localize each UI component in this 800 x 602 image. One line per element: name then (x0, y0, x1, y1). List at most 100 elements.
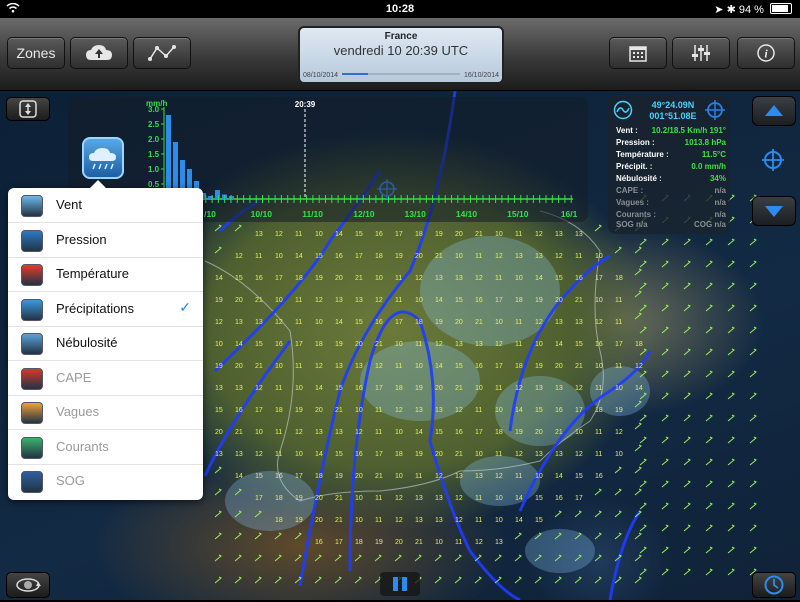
map-value-label: 13 (555, 385, 563, 392)
center-location-button[interactable] (752, 145, 794, 175)
scroll-up-button[interactable] (752, 96, 796, 126)
map-value-label: 18 (615, 275, 623, 282)
status-time: 10:28 (385, 3, 415, 15)
pause-button[interactable] (380, 572, 420, 596)
map-value-label: 16 (235, 407, 243, 414)
layer-selector-button[interactable] (82, 137, 124, 179)
cloud-upload-button[interactable] (70, 37, 128, 69)
map-value-label: 20 (415, 253, 423, 260)
map-value-label: 11 (295, 319, 303, 326)
menu-item-courants[interactable]: Courants (8, 430, 203, 465)
locate-crosshair-icon[interactable] (705, 100, 725, 120)
settings-button[interactable] (672, 37, 730, 69)
menu-item-pression[interactable]: Pression (8, 223, 203, 258)
map-value-label: 14 (335, 231, 343, 238)
map-value-label: 12 (455, 517, 463, 524)
menu-item-nebulosite[interactable]: Nébulosité (8, 326, 203, 361)
map-value-label: 21 (335, 495, 343, 502)
calendar-button[interactable] (609, 37, 667, 69)
map-value-label: 11 (595, 451, 603, 458)
map-value-label: 21 (435, 253, 443, 260)
map-value-label: 14 (235, 341, 243, 348)
menu-item-label: Courants (56, 438, 109, 454)
rotate-map-button[interactable] (6, 572, 50, 598)
map-value-label: 20 (555, 363, 563, 370)
current-time-label: 20:39 (295, 100, 316, 109)
map-value-label: 10 (415, 297, 423, 304)
map-value-label: 10 (275, 297, 283, 304)
map-value-label: 14 (335, 319, 343, 326)
map-value-label: 21 (255, 297, 263, 304)
info-row-label: Courants : (616, 210, 656, 219)
map-value-label: 20 (315, 517, 323, 524)
map-value-label: 18 (395, 385, 403, 392)
map-value-label: 11 (415, 341, 423, 348)
precipitation-bar (215, 190, 220, 199)
top-toolbar: Zones France vendredi 10 20:39 UTC 08/10… (0, 18, 800, 91)
route-button[interactable] (133, 37, 191, 69)
menu-item-temperature[interactable]: Température (8, 257, 203, 292)
menu-item-vagues[interactable]: Vagues (8, 395, 203, 430)
menu-item-cape[interactable]: CAPE (8, 361, 203, 396)
map-value-label: 21 (475, 319, 483, 326)
date-selector[interactable]: France vendredi 10 20:39 UTC 08/10/2014 … (298, 26, 504, 84)
map-value-label: 18 (275, 495, 283, 502)
map-value-label: 15 (455, 363, 463, 370)
map-value-label: 13 (415, 407, 423, 414)
map-value-label: 13 (475, 473, 483, 480)
map-value-label: 15 (335, 385, 343, 392)
map-value-label: 18 (355, 539, 363, 546)
map-value-label: 14 (415, 429, 423, 436)
wind-curve-icon[interactable] (613, 100, 633, 120)
menu-item-precipitations[interactable]: Précipitations ✓ (8, 292, 203, 327)
bluetooth-icon: ✱ (726, 4, 736, 16)
map-value-label: 19 (435, 319, 443, 326)
map-value-label: 16 (275, 473, 283, 480)
map-value-label: 21 (555, 429, 563, 436)
map-value-label: 19 (395, 253, 403, 260)
map-value-label: 17 (615, 341, 623, 348)
svg-text:i: i (764, 47, 768, 61)
map-value-label: 11 (275, 429, 283, 436)
route-icon (148, 45, 176, 61)
expand-panel-button[interactable] (6, 97, 50, 121)
map-value-label: 12 (275, 319, 283, 326)
map-value-label: 13 (455, 341, 463, 348)
timeline-slider[interactable] (342, 73, 460, 75)
map-value-label: 13 (255, 319, 263, 326)
map-value-label: 17 (495, 297, 503, 304)
map-value-label: 13 (435, 517, 443, 524)
map-value-label: 13 (555, 319, 563, 326)
clock-button[interactable] (752, 572, 796, 598)
map-value-label: 18 (275, 407, 283, 414)
map-value-label: 12 (215, 319, 223, 326)
map-value-label: 10 (515, 275, 523, 282)
map-value-label: 17 (395, 319, 403, 326)
info-button[interactable]: i (737, 37, 795, 69)
map-value-label: 12 (515, 385, 523, 392)
map-value-label: 15 (575, 473, 583, 480)
map-value-label: 10 (535, 473, 543, 480)
map-value-label: 14 (515, 495, 523, 502)
menu-item-vent[interactable]: Vent (8, 188, 203, 223)
map-value-label: 11 (475, 253, 483, 260)
y-tick-label: 2.5 (148, 120, 160, 129)
map-value-label: 11 (295, 297, 303, 304)
precipitation-bar (166, 115, 171, 199)
map-value-label: 11 (515, 231, 523, 238)
map-value-label: 10 (595, 363, 603, 370)
map-value-label: 17 (475, 429, 483, 436)
x-tick-label: 16/1 (561, 209, 578, 219)
battery-icon (770, 3, 792, 14)
map-value-label: 10 (395, 341, 403, 348)
menu-item-sog[interactable]: SOG (8, 464, 203, 498)
menu-item-label: Vent (56, 197, 83, 212)
map-value-label: 10 (355, 407, 363, 414)
scroll-down-button[interactable] (752, 196, 796, 226)
menu-item-label: Température (56, 266, 129, 281)
zones-button[interactable]: Zones (7, 37, 65, 69)
cog-value: COG n/a (693, 220, 726, 229)
map-value-label: 19 (535, 297, 543, 304)
map-value-label: 19 (295, 495, 303, 502)
map-value-label: 14 (295, 253, 303, 260)
